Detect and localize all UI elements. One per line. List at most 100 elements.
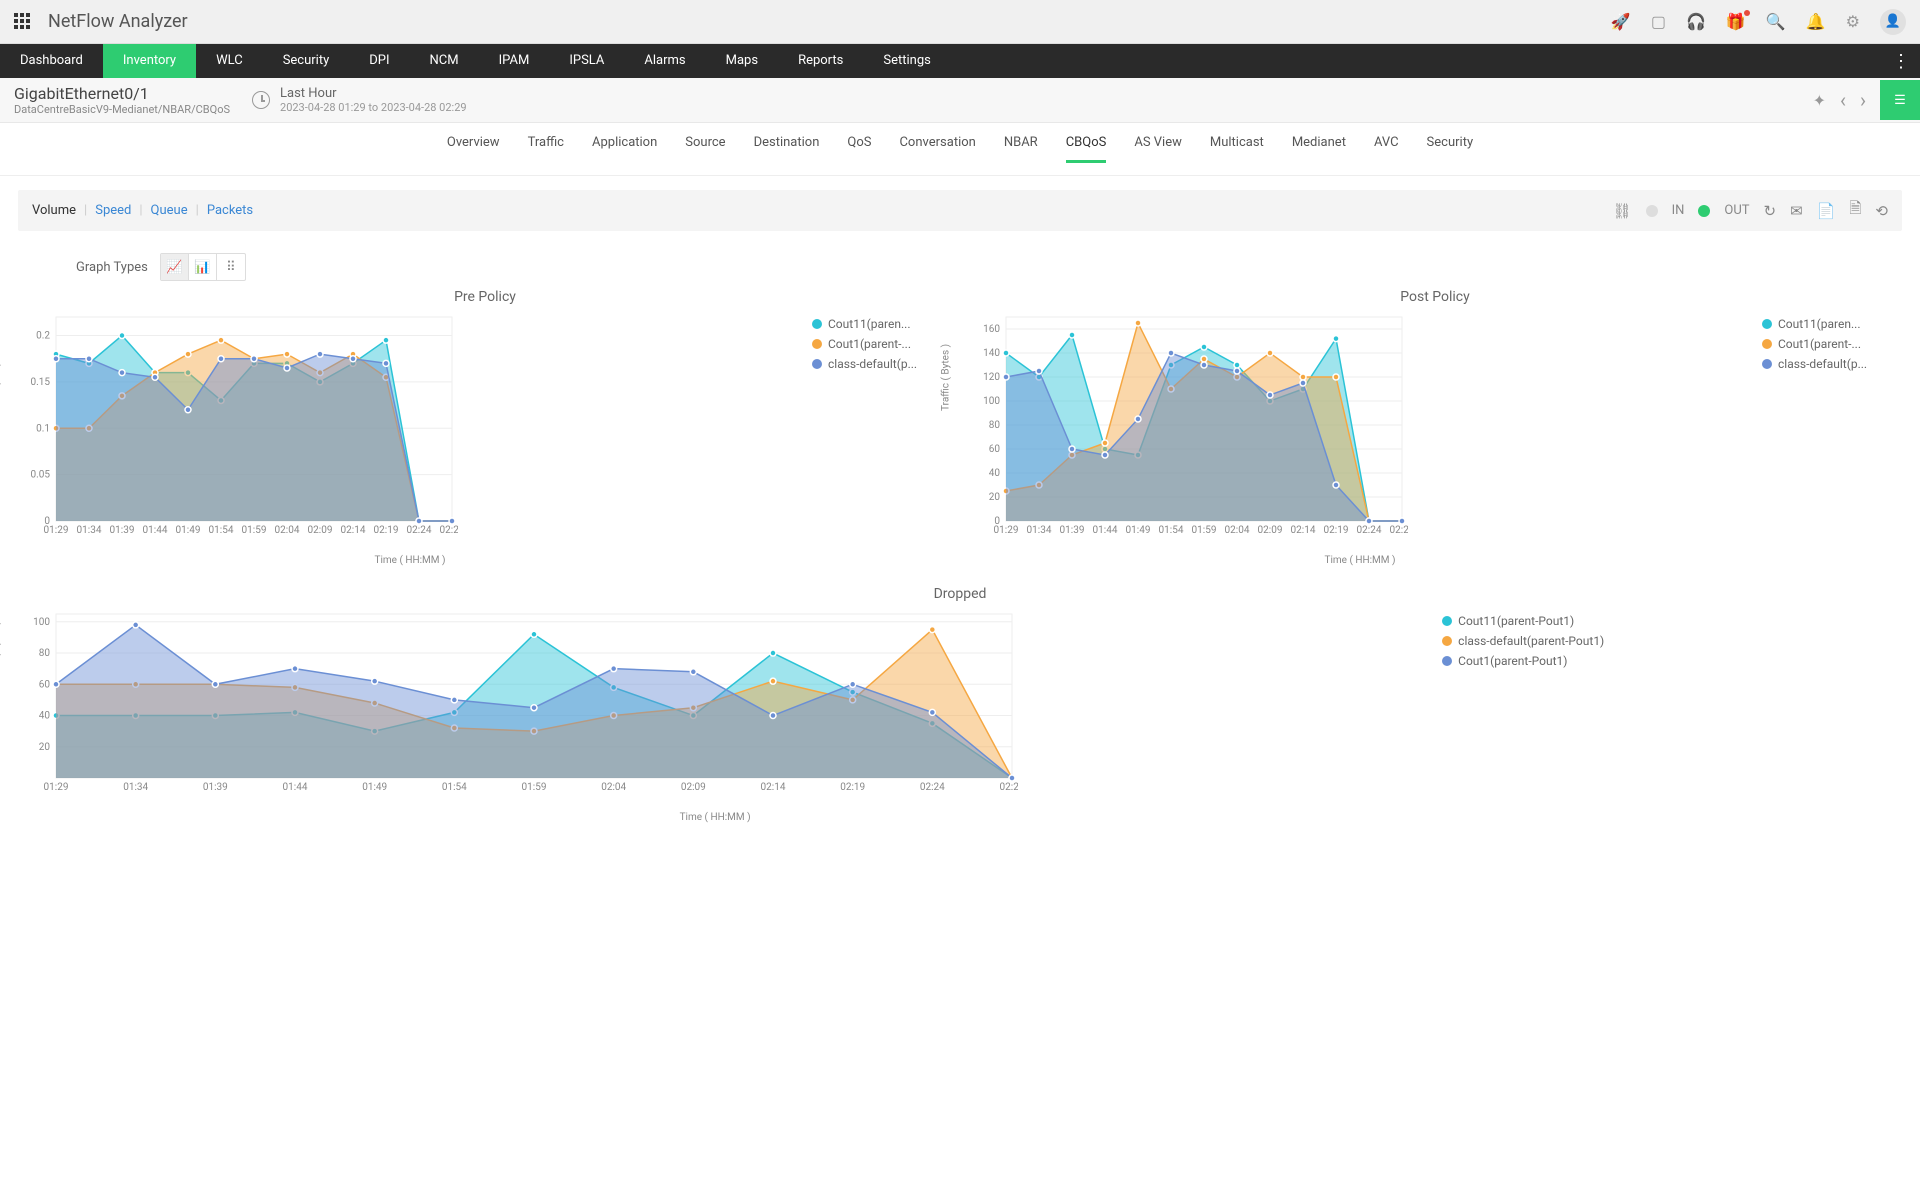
svg-text:02:24: 02:24 — [1357, 525, 1382, 536]
svg-text:02:14: 02:14 — [761, 782, 786, 793]
vtab-queue[interactable]: Queue — [151, 203, 188, 218]
subnav-source[interactable]: Source — [685, 135, 725, 163]
nav-dpi[interactable]: DPI — [349, 44, 409, 78]
svg-text:01:39: 01:39 — [203, 782, 228, 793]
subnav-multicast[interactable]: Multicast — [1210, 135, 1264, 163]
bell-icon[interactable]: 🔔 — [1806, 12, 1826, 31]
anomaly-alert-icon[interactable]: ✦ — [1813, 91, 1826, 110]
subnav-nbar[interactable]: NBAR — [1004, 135, 1038, 163]
refresh-icon[interactable]: ⟲ — [1875, 202, 1888, 220]
subnav-application[interactable]: Application — [592, 135, 657, 163]
email-icon[interactable]: ✉ — [1790, 202, 1803, 220]
graph-type-area-button[interactable]: 📈 — [161, 254, 189, 280]
svg-text:01:49: 01:49 — [176, 525, 201, 536]
app-title: NetFlow Analyzer — [48, 11, 188, 32]
context-bar: GigabitEthernet0/1 DataCentreBasicV9-Med… — [0, 78, 1920, 123]
svg-text:160: 160 — [983, 324, 1000, 335]
svg-text:01:54: 01:54 — [209, 525, 234, 536]
subnav-medianet[interactable]: Medianet — [1292, 135, 1346, 163]
vtab-speed[interactable]: Speed — [95, 203, 131, 218]
in-label: IN — [1672, 203, 1685, 218]
schedule-icon[interactable]: ↻ — [1764, 202, 1777, 220]
chart-title: Post Policy — [968, 289, 1902, 305]
svg-text:01:59: 01:59 — [522, 782, 547, 793]
legend-item[interactable]: class-default(p... — [812, 357, 952, 371]
svg-text:100: 100 — [33, 617, 50, 628]
chart-title: Pre Policy — [18, 289, 952, 305]
nav-alarms[interactable]: Alarms — [624, 44, 705, 78]
kebab-icon[interactable]: ⋮ — [1892, 51, 1908, 72]
svg-text:02:29: 02:29 — [1390, 525, 1408, 536]
svg-text:01:59: 01:59 — [1192, 525, 1217, 536]
chart-svg: 02040608010012014016001:2901:3401:3901:4… — [968, 311, 1408, 551]
apps-grid-icon[interactable] — [14, 13, 32, 31]
legend-item[interactable]: class-default(parent-Pout1) — [1442, 634, 1604, 648]
nav-reports[interactable]: Reports — [778, 44, 863, 78]
breadcrumb: DataCentreBasicV9-Medianet/NBAR/CBQoS — [14, 103, 230, 116]
chart-post-policy: Post Policy Traffic ( Bytes )02040608010… — [968, 289, 1902, 566]
svg-text:80: 80 — [39, 648, 51, 659]
gift-icon[interactable]: 🎁 — [1726, 12, 1746, 31]
svg-text:01:44: 01:44 — [1093, 525, 1118, 536]
vtab-packets[interactable]: Packets — [207, 203, 253, 218]
pdf-icon[interactable]: 📄 — [1817, 202, 1836, 220]
nav-maps[interactable]: Maps — [706, 44, 778, 78]
nav-ncm[interactable]: NCM — [410, 44, 479, 78]
subnav-cbqos[interactable]: CBQoS — [1066, 135, 1107, 163]
nav-ipam[interactable]: IPAM — [479, 44, 550, 78]
nav-wlc[interactable]: WLC — [196, 44, 263, 78]
graph-type-scatter-button[interactable]: ⠿ — [217, 254, 245, 280]
legend-item[interactable]: Cout11(paren... — [1762, 317, 1902, 331]
time-range[interactable]: Last Hour 2023-04-28 01:29 to 2023-04-28… — [252, 86, 467, 114]
in-toggle-dot[interactable] — [1646, 205, 1658, 217]
svg-text:20: 20 — [39, 742, 51, 753]
chart-pre-policy: Pre Policy Traffic ( KB )00.050.10.150.2… — [18, 289, 952, 566]
search-icon[interactable]: 🔍 — [1766, 12, 1786, 31]
rocket-icon[interactable]: 🚀 — [1611, 12, 1631, 31]
vtab-volume[interactable]: Volume — [32, 203, 76, 218]
svg-text:01:29: 01:29 — [44, 782, 69, 793]
subnav-qos[interactable]: QoS — [847, 135, 871, 163]
nav-ipsla[interactable]: IPSLA — [549, 44, 624, 78]
hierarchy-icon[interactable]: ⛓ — [1613, 202, 1632, 220]
svg-text:01:59: 01:59 — [242, 525, 267, 536]
subnav-avc[interactable]: AVC — [1374, 135, 1399, 163]
next-icon[interactable]: › — [1860, 88, 1866, 112]
svg-text:02:19: 02:19 — [374, 525, 399, 536]
gear-icon[interactable]: ⚙ — [1846, 12, 1860, 31]
subnav-conversation[interactable]: Conversation — [899, 135, 975, 163]
svg-text:01:34: 01:34 — [123, 782, 148, 793]
svg-text:02:04: 02:04 — [275, 525, 300, 536]
nav-dashboard[interactable]: Dashboard — [0, 44, 103, 78]
legend-item[interactable]: Cout11(parent-Pout1) — [1442, 614, 1604, 628]
subnav-asview[interactable]: AS View — [1134, 135, 1182, 163]
out-toggle-dot[interactable] — [1698, 205, 1710, 217]
svg-text:0.05: 0.05 — [31, 470, 51, 481]
svg-text:01:34: 01:34 — [77, 525, 102, 536]
nav-security[interactable]: Security — [263, 44, 350, 78]
legend-item[interactable]: class-default(p... — [1762, 357, 1902, 371]
legend-item[interactable]: Cout1(parent-... — [1762, 337, 1902, 351]
nav-settings[interactable]: Settings — [863, 44, 950, 78]
legend-item[interactable]: Cout11(paren... — [812, 317, 952, 331]
present-screen-icon[interactable]: ▢ — [1651, 12, 1666, 31]
legend-item[interactable]: Cout1(parent-Pout1) — [1442, 654, 1604, 668]
interface-title: GigabitEthernet0/1 — [14, 84, 230, 103]
svg-text:80: 80 — [989, 420, 1001, 431]
avatar[interactable]: 👤 — [1880, 9, 1906, 35]
csv-icon[interactable]: 🗎 — [1849, 198, 1861, 223]
svg-text:120: 120 — [983, 372, 1000, 383]
subnav-overview[interactable]: Overview — [447, 135, 500, 163]
headset-icon[interactable]: 🎧 — [1686, 12, 1706, 31]
subnav-destination[interactable]: Destination — [754, 135, 820, 163]
sub-nav: Overview Traffic Application Source Dest… — [0, 123, 1920, 176]
content-scroll[interactable]: Graph Types 📈 📊 ⠿ Pre Policy Traffic ( K… — [0, 239, 1920, 843]
legend-item[interactable]: Cout1(parent-... — [812, 337, 952, 351]
hamburger-menu-button[interactable]: ☰ — [1880, 80, 1920, 120]
subnav-traffic[interactable]: Traffic — [528, 135, 564, 163]
svg-text:02:04: 02:04 — [601, 782, 626, 793]
graph-type-bar-button[interactable]: 📊 — [189, 254, 217, 280]
nav-inventory[interactable]: Inventory — [103, 44, 196, 78]
prev-icon[interactable]: ‹ — [1840, 88, 1846, 112]
subnav-security[interactable]: Security — [1427, 135, 1474, 163]
